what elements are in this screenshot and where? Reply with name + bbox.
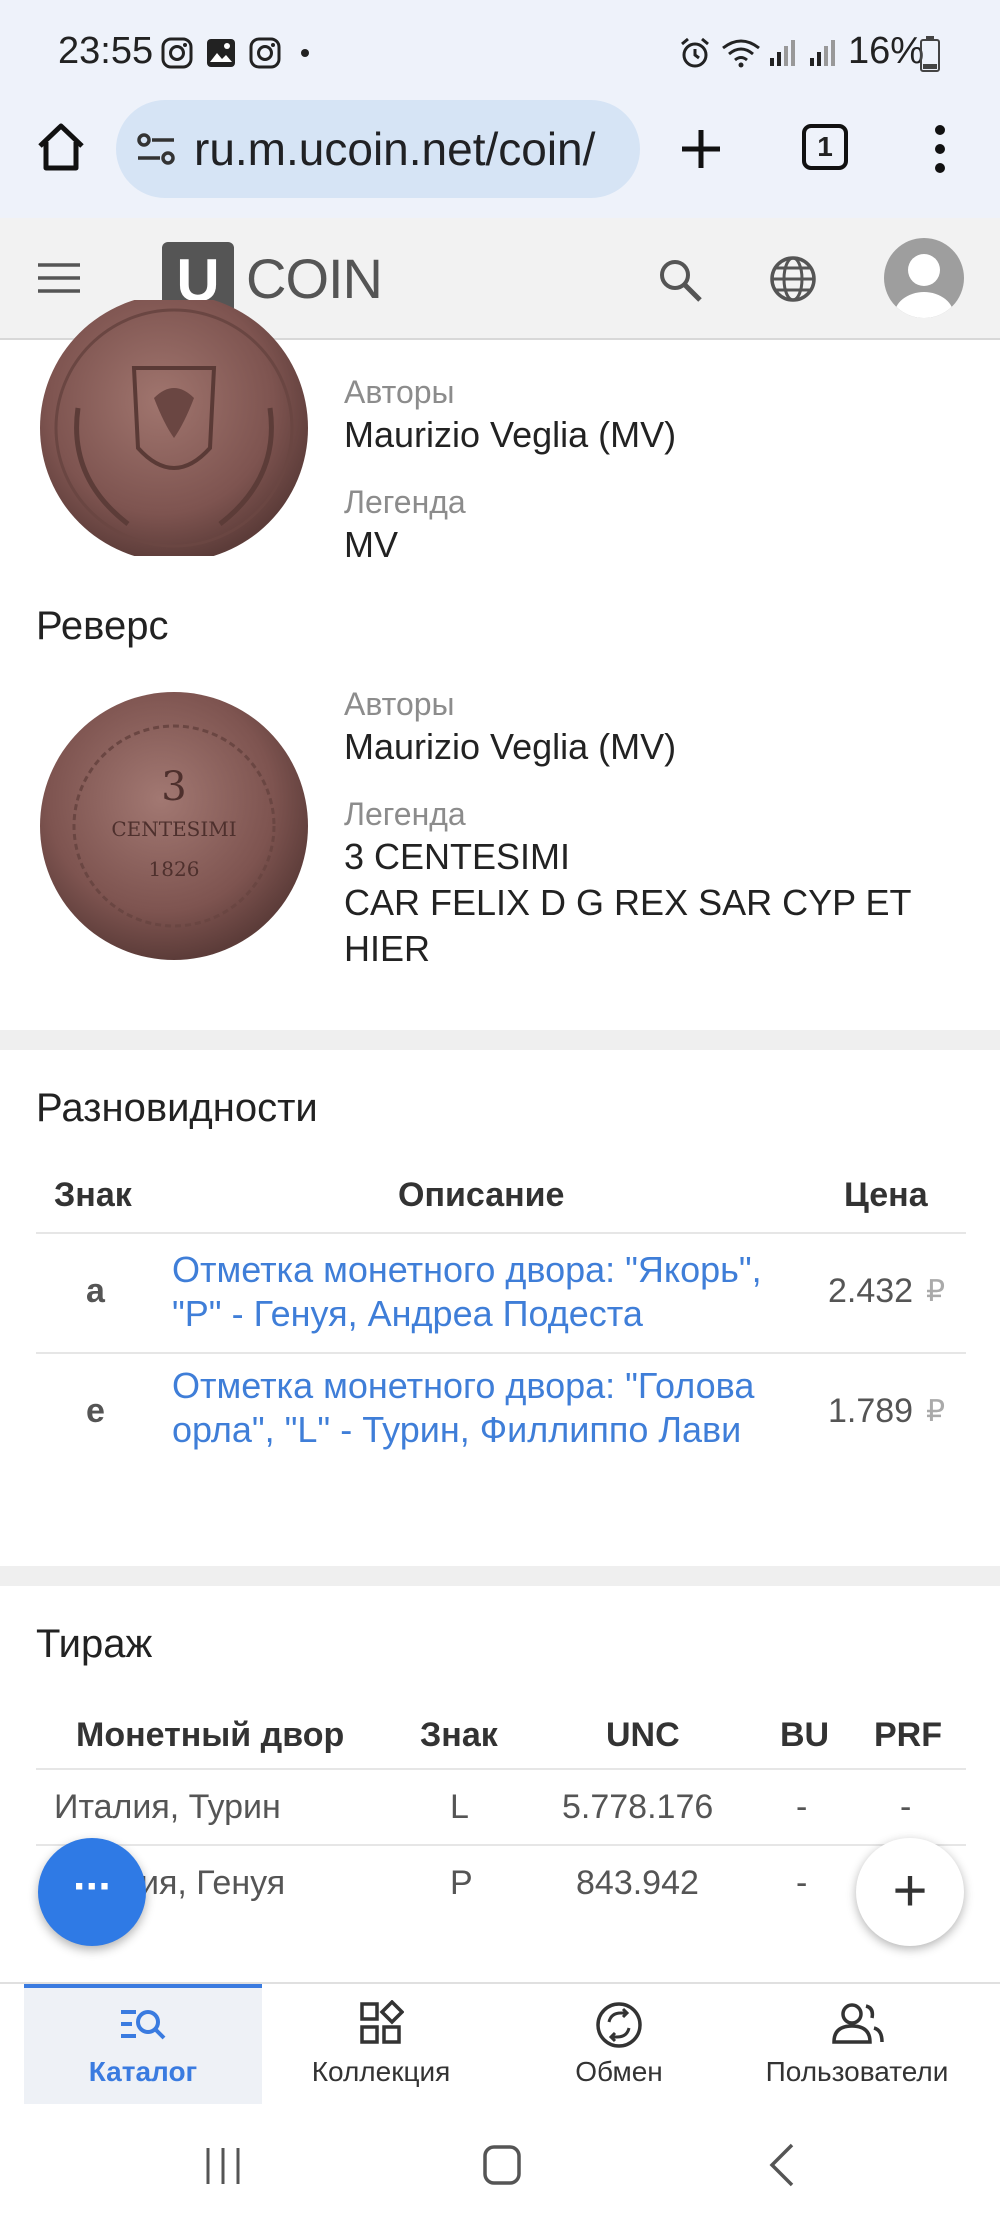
gallery-icon	[207, 39, 235, 67]
table-row[interactable]: e Отметка монетного двора: "Голова орла"…	[36, 1354, 966, 1472]
mint-prf: -	[900, 1788, 912, 1826]
mint-bu: -	[796, 1864, 808, 1902]
reverse-legend-line2: CAR FELIX D G REX SAR CYP ET	[344, 882, 912, 923]
obverse-legend-value: MV	[344, 524, 398, 565]
catalog-search-icon	[121, 2010, 166, 2040]
tab-count: 1	[817, 131, 833, 162]
reverse-authors-value: Maurizio Veglia (MV)	[344, 726, 677, 767]
currency-symbol: ₽	[926, 1395, 946, 1428]
nav-item-catalog[interactable]: Каталог	[24, 1984, 262, 2106]
coin-year: 1826	[149, 857, 200, 881]
bottom-navigation: Каталог Коллекция Обмен Пользователи	[0, 1982, 1000, 2106]
varieties-header-description: Описание	[398, 1176, 565, 1214]
site-settings-icon[interactable]	[134, 128, 178, 172]
reverse-authors-label: Авторы	[344, 686, 455, 722]
signal-icon	[770, 40, 795, 66]
more-dots-icon: ···	[73, 1862, 113, 1911]
instagram-icon	[161, 37, 193, 69]
new-tab-icon[interactable]	[676, 124, 726, 174]
reverse-coin-image[interactable]: 3 CENTESIMI 1826	[38, 690, 310, 962]
user-avatar-icon	[894, 254, 954, 318]
obverse-authors-value: Maurizio Veglia (MV)	[344, 414, 677, 455]
home-icon[interactable]	[34, 120, 88, 174]
variety-description-link[interactable]: "P" - Генуя, Андреа Подеста	[172, 1292, 643, 1336]
system-navigation-bar	[0, 2104, 1000, 2222]
mint-unc: 5.778.176	[562, 1788, 714, 1826]
varieties-title: Разновидности	[36, 1086, 318, 1130]
varieties-header-mark: Знак	[54, 1176, 132, 1214]
nav-label-users: Пользователи	[765, 2056, 949, 2087]
exchange-icon	[596, 2002, 642, 2048]
variety-mark: a	[86, 1272, 105, 1310]
table-row[interactable]: a Отметка монетного двора: "Якорь", "P" …	[36, 1234, 966, 1352]
home-button-icon[interactable]	[482, 2144, 522, 2186]
mint-mark: L	[450, 1788, 469, 1826]
reverse-legend-label: Легенда	[344, 796, 466, 832]
collection-icon	[360, 2000, 404, 2044]
coin-unit-text: CENTESIMI	[111, 817, 236, 841]
nav-item-collection[interactable]: Коллекция	[262, 1984, 500, 2106]
obverse-authors-label: Авторы	[344, 374, 455, 410]
mintage-header-bu: BU	[780, 1716, 830, 1754]
mintage-header-mark: Знак	[420, 1716, 498, 1754]
nav-label-catalog: Каталог	[88, 2056, 198, 2087]
section-divider	[0, 1030, 1000, 1050]
variety-description-link[interactable]: Отметка монетного двора: "Голова	[172, 1364, 754, 1408]
menu-icon[interactable]	[36, 262, 82, 294]
url-text: ru.m.ucoin.net/coin/	[194, 123, 596, 175]
instagram-icon	[249, 37, 281, 69]
recent-apps-icon[interactable]	[204, 2146, 242, 2186]
signal-icon	[810, 40, 835, 66]
avatar[interactable]	[884, 238, 964, 318]
nav-item-exchange[interactable]: Обмен	[500, 1984, 738, 2106]
nav-item-users[interactable]: Пользователи	[738, 1984, 976, 2106]
nav-label-exchange: Обмен	[575, 2056, 663, 2087]
reverse-legend-line1: 3 CENTESIMI	[344, 836, 571, 877]
mintage-header-mint: Монетный двор	[76, 1716, 345, 1754]
section-divider	[0, 1566, 1000, 1586]
address-bar[interactable]: ru.m.ucoin.net/coin/	[116, 100, 640, 198]
mint-name: Италия, Турин	[54, 1788, 281, 1826]
status-time: 23:55	[58, 30, 154, 72]
mintage-header-unc: UNC	[606, 1716, 680, 1754]
variety-description-link[interactable]: орла", "L" - Турин, Филлиппо Лави	[172, 1408, 741, 1452]
battery-icon	[920, 36, 940, 72]
browser-toolbar: ru.m.ucoin.net/coin/ 1	[0, 100, 1000, 218]
varieties-header-price: Цена	[844, 1176, 928, 1214]
nav-label-collection: Коллекция	[311, 2056, 451, 2087]
tab-switcher-button[interactable]: 1	[802, 124, 848, 170]
dot-icon	[301, 49, 309, 57]
battery-percentage: 16%	[848, 30, 925, 72]
mint-bu: -	[796, 1788, 808, 1826]
mint-name: ия, Генуя	[140, 1864, 286, 1902]
alarm-icon	[681, 37, 709, 68]
variety-mark: e	[86, 1392, 105, 1430]
coin-denomination: 3	[161, 764, 186, 810]
table-row: ия, Генуя P 843.942 -	[36, 1846, 966, 1920]
mint-mark: P	[450, 1864, 473, 1902]
mintage-title: Тираж	[36, 1622, 153, 1666]
currency-symbol: ₽	[926, 1275, 946, 1308]
mint-unc: 843.942	[576, 1864, 699, 1902]
mintage-header-prf: PRF	[874, 1716, 942, 1754]
more-options-icon[interactable]	[930, 122, 950, 176]
globe-icon[interactable]	[768, 254, 818, 304]
variety-price: 1.789	[828, 1392, 914, 1430]
add-fab[interactable]: +	[856, 1838, 964, 1946]
variety-description-link[interactable]: Отметка монетного двора: "Якорь",	[172, 1248, 762, 1292]
plus-icon: +	[892, 1857, 928, 1924]
more-actions-fab[interactable]: ···	[38, 1838, 146, 1946]
reverse-legend-line3: HIER	[344, 928, 431, 969]
obverse-legend-label: Легенда	[344, 484, 466, 520]
variety-price: 2.432	[828, 1272, 914, 1310]
reverse-title: Реверс	[36, 604, 169, 648]
table-row: Италия, Турин L 5.778.176 - -	[36, 1770, 966, 1844]
status-bar: 23:55 16%	[0, 0, 1000, 100]
wifi-icon	[722, 39, 760, 68]
search-icon[interactable]	[656, 256, 704, 304]
users-icon	[832, 2003, 884, 2044]
back-icon[interactable]	[768, 2142, 796, 2188]
obverse-coin-image[interactable]	[38, 300, 310, 556]
